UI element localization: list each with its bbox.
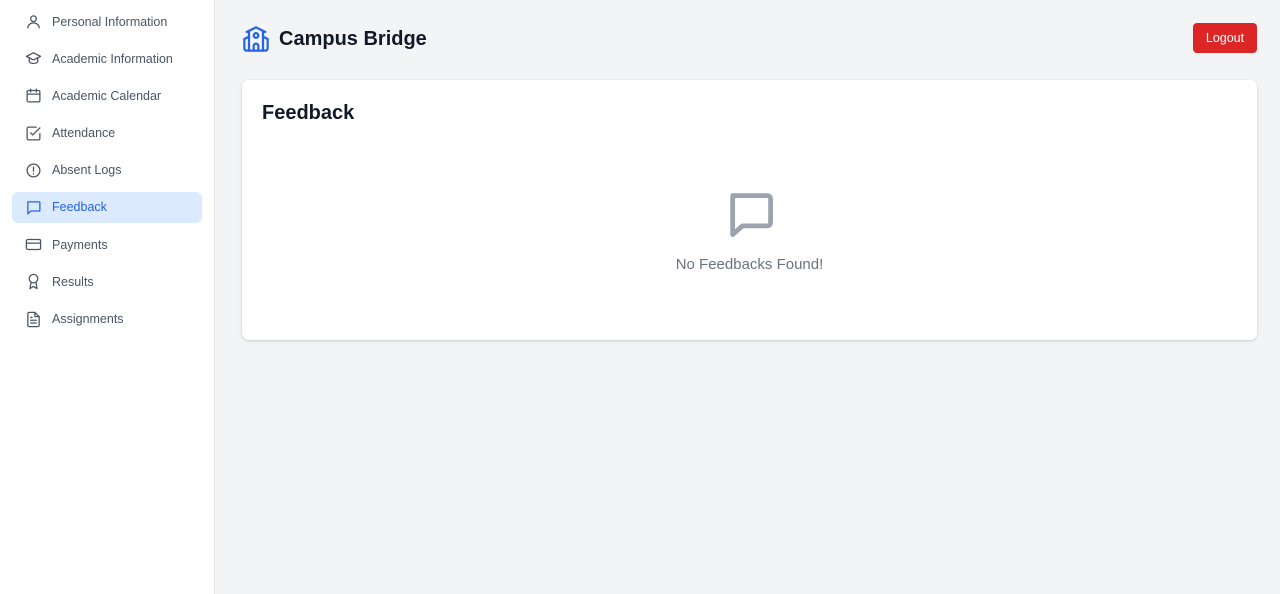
calendar-icon	[24, 87, 42, 105]
message-square-icon	[724, 188, 776, 240]
app-title: Campus Bridge	[279, 27, 427, 50]
page-title: Feedback	[262, 102, 355, 124]
sidebar-item-payments[interactable]: Payments	[12, 229, 202, 260]
sidebar-item-label: Results	[52, 274, 94, 289]
sidebar-item-label: Feedback	[52, 200, 107, 215]
sidebar-item-feedback[interactable]: Feedback	[12, 191, 202, 223]
sidebar-nav: Personal Information Academic Informatio…	[12, 6, 202, 335]
logout-button[interactable]: Logout	[1193, 22, 1257, 53]
sidebar-item-results[interactable]: Results	[12, 266, 202, 297]
message-square-icon	[24, 198, 42, 216]
feedback-card: Feedback No Feedbacks Found!	[242, 80, 1257, 340]
sidebar-item-label: Assignments	[52, 312, 124, 326]
sidebar: Personal Information Academic Informatio…	[0, 0, 215, 594]
brand: Campus Bridge	[242, 25, 427, 53]
sidebar-item-label: Personal Information	[52, 14, 168, 29]
file-text-icon	[24, 310, 42, 328]
sidebar-item-academic-calendar[interactable]: Academic Calendar	[12, 80, 202, 111]
empty-state-message: No Feedbacks Found!	[675, 256, 824, 273]
sidebar-item-absent-logs[interactable]: Absent Logs	[12, 155, 202, 186]
sidebar-item-assignments[interactable]: Assignments	[12, 304, 202, 335]
checkbox-icon	[24, 124, 42, 142]
sidebar-item-label: Attendance	[52, 126, 116, 141]
top-bar: Campus Bridge Logout	[242, 0, 1257, 78]
app-root: Personal Information Academic Informatio…	[0, 0, 1280, 594]
sidebar-item-label: Academic Calendar	[52, 88, 162, 103]
user-icon	[24, 13, 42, 31]
sidebar-item-personal-information[interactable]: Personal Information	[12, 6, 202, 37]
school-icon	[242, 25, 270, 53]
sidebar-item-label: Academic Information	[52, 51, 173, 66]
empty-state: No Feedbacks Found!	[242, 188, 1257, 273]
main-content: Campus Bridge Logout Feedback No Feedbac…	[215, 0, 1280, 594]
sidebar-item-academic-information[interactable]: Academic Information	[12, 43, 202, 74]
award-icon	[24, 273, 42, 291]
graduation-cap-icon	[24, 50, 42, 68]
credit-card-icon	[24, 236, 42, 254]
alert-circle-icon	[24, 161, 42, 179]
sidebar-item-label: Payments	[52, 237, 108, 252]
sidebar-item-attendance[interactable]: Attendance	[12, 118, 202, 149]
sidebar-item-label: Absent Logs	[52, 163, 122, 178]
